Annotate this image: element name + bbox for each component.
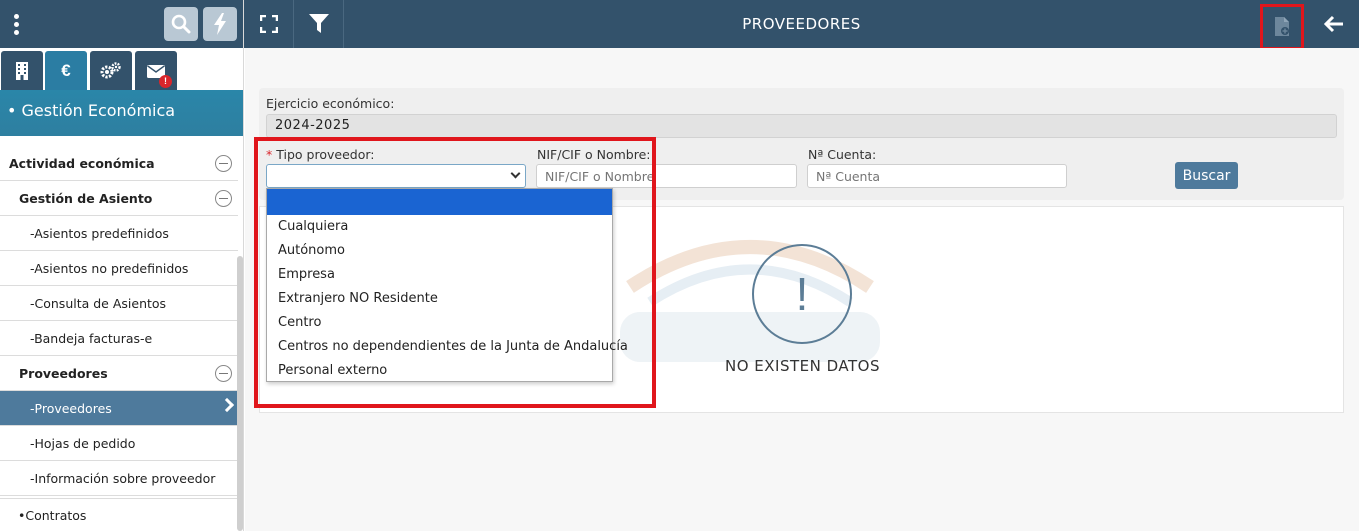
nav-asientos-no-predefinidos[interactable]: -Asientos no predefinidos: [0, 251, 238, 286]
nav-bandeja-facturas-e[interactable]: -Bandeja facturas-e: [0, 321, 238, 356]
dropdown-option[interactable]: Empresa: [267, 263, 612, 287]
dropdown-option[interactable]: Autónomo: [267, 239, 612, 263]
dropdown-option[interactable]: Personal externo: [267, 359, 612, 383]
cuenta-label: Nª Cuenta:: [808, 147, 877, 162]
nav-label: -Asientos predefinidos: [30, 225, 169, 241]
dropdown-option[interactable]: Centros no dependendientes de la Junta d…: [267, 335, 628, 359]
gears-icon: [100, 62, 121, 79]
search-form: Ejercicio económico: 2024-2025 * Tipo pro…: [259, 88, 1344, 200]
page-title: PROVEEDORES: [742, 15, 861, 33]
building-icon: [16, 62, 28, 80]
chevron-right-icon: [219, 397, 235, 413]
search-button[interactable]: [164, 7, 198, 41]
collapse-icon[interactable]: [215, 365, 232, 382]
tab-mensajes[interactable]: !: [135, 51, 177, 91]
nav-label: -Proveedores: [30, 400, 112, 416]
sidebar-nav: Actividad económica Gestión de Asiento -…: [0, 146, 238, 496]
add-document-icon: [1275, 17, 1289, 36]
back-button[interactable]: [1316, 8, 1352, 40]
nav-label: -Asientos no predefinidos: [30, 260, 189, 276]
nav-proveedores[interactable]: -Proveedores: [0, 391, 238, 426]
nav-asientos-predefinidos[interactable]: -Asientos predefinidos: [0, 216, 238, 251]
cuenta-input[interactable]: [807, 164, 1067, 188]
nav-label: Proveedores: [19, 365, 108, 381]
sidebar-toolbar: [0, 0, 243, 48]
module-tabs: € !: [0, 51, 243, 91]
tab-configuracion[interactable]: [90, 51, 132, 91]
dropdown-option[interactable]: Extranjero NO Residente: [267, 287, 612, 311]
nav-informacion-sobre-proveedor[interactable]: -Información sobre proveedor: [0, 461, 238, 496]
nav-label: -Bandeja facturas-e: [30, 330, 153, 346]
dropdown-option[interactable]: Centro: [267, 311, 612, 335]
nav-gestion-de-asiento[interactable]: Gestión de Asiento: [0, 181, 238, 216]
notification-badge: !: [159, 75, 172, 88]
nav-consulta-de-asientos[interactable]: -Consulta de Asientos: [0, 286, 238, 321]
nav-contratos[interactable]: •Contratos: [0, 498, 238, 531]
arrow-left-icon: [1324, 15, 1343, 33]
nav-proveedores-group[interactable]: Proveedores: [0, 356, 238, 391]
fullscreen-button[interactable]: [244, 0, 294, 48]
nav-label: -Información sobre proveedor: [30, 470, 216, 486]
tipo-proveedor-label: * Tipo proveedor:: [266, 147, 374, 162]
filter-icon: [308, 14, 329, 33]
filter-button[interactable]: [294, 0, 344, 48]
top-header: PROVEEDORES: [244, 0, 1359, 50]
tab-gestion-economica[interactable]: €: [45, 51, 87, 91]
buscar-button[interactable]: Buscar: [1175, 162, 1238, 189]
sidebar-scrollbar[interactable]: [237, 256, 243, 531]
required-mark: *: [266, 147, 273, 162]
nav-label: Actividad económica: [9, 155, 155, 171]
collapse-icon[interactable]: [215, 155, 232, 172]
sidebar: € ! • Gestión Económica Actividad económ…: [0, 0, 244, 531]
dropdown-option-empty[interactable]: [267, 189, 612, 215]
nav-hojas-de-pedido[interactable]: -Hojas de pedido: [0, 426, 238, 461]
nav-label: Gestión de Asiento: [19, 190, 153, 206]
dropdown-option[interactable]: Cualquiera: [267, 215, 612, 239]
ejercicio-field: 2024-2025: [266, 114, 1337, 138]
kebab-menu-icon[interactable]: [4, 8, 28, 40]
euro-icon: €: [61, 61, 71, 80]
nav-label: -Consulta de Asientos: [30, 295, 167, 311]
collapse-icon[interactable]: [215, 190, 232, 207]
quick-actions-button[interactable]: [203, 7, 237, 41]
lightning-bolt-icon: [214, 13, 226, 35]
expand-icon: [259, 15, 278, 33]
chevron-down-icon: [510, 168, 521, 179]
exclamation-icon: !: [752, 244, 852, 344]
nif-input[interactable]: [536, 164, 797, 188]
new-document-button[interactable]: [1260, 4, 1304, 50]
tipo-proveedor-label-text: Tipo proveedor:: [276, 147, 375, 162]
nav-actividad-economica[interactable]: Actividad económica: [0, 146, 238, 181]
tipo-proveedor-select[interactable]: [266, 164, 526, 188]
section-title: • Gestión Económica: [0, 90, 243, 136]
nif-label: NIF/CIF o Nombre:: [537, 147, 651, 162]
nav-label: -Hojas de pedido: [30, 435, 136, 451]
search-icon: [171, 14, 191, 34]
tipo-proveedor-options: Cualquiera Autónomo Empresa Extranjero N…: [266, 188, 628, 383]
ejercicio-label: Ejercicio económico:: [266, 96, 395, 111]
tab-centro[interactable]: [1, 51, 43, 91]
